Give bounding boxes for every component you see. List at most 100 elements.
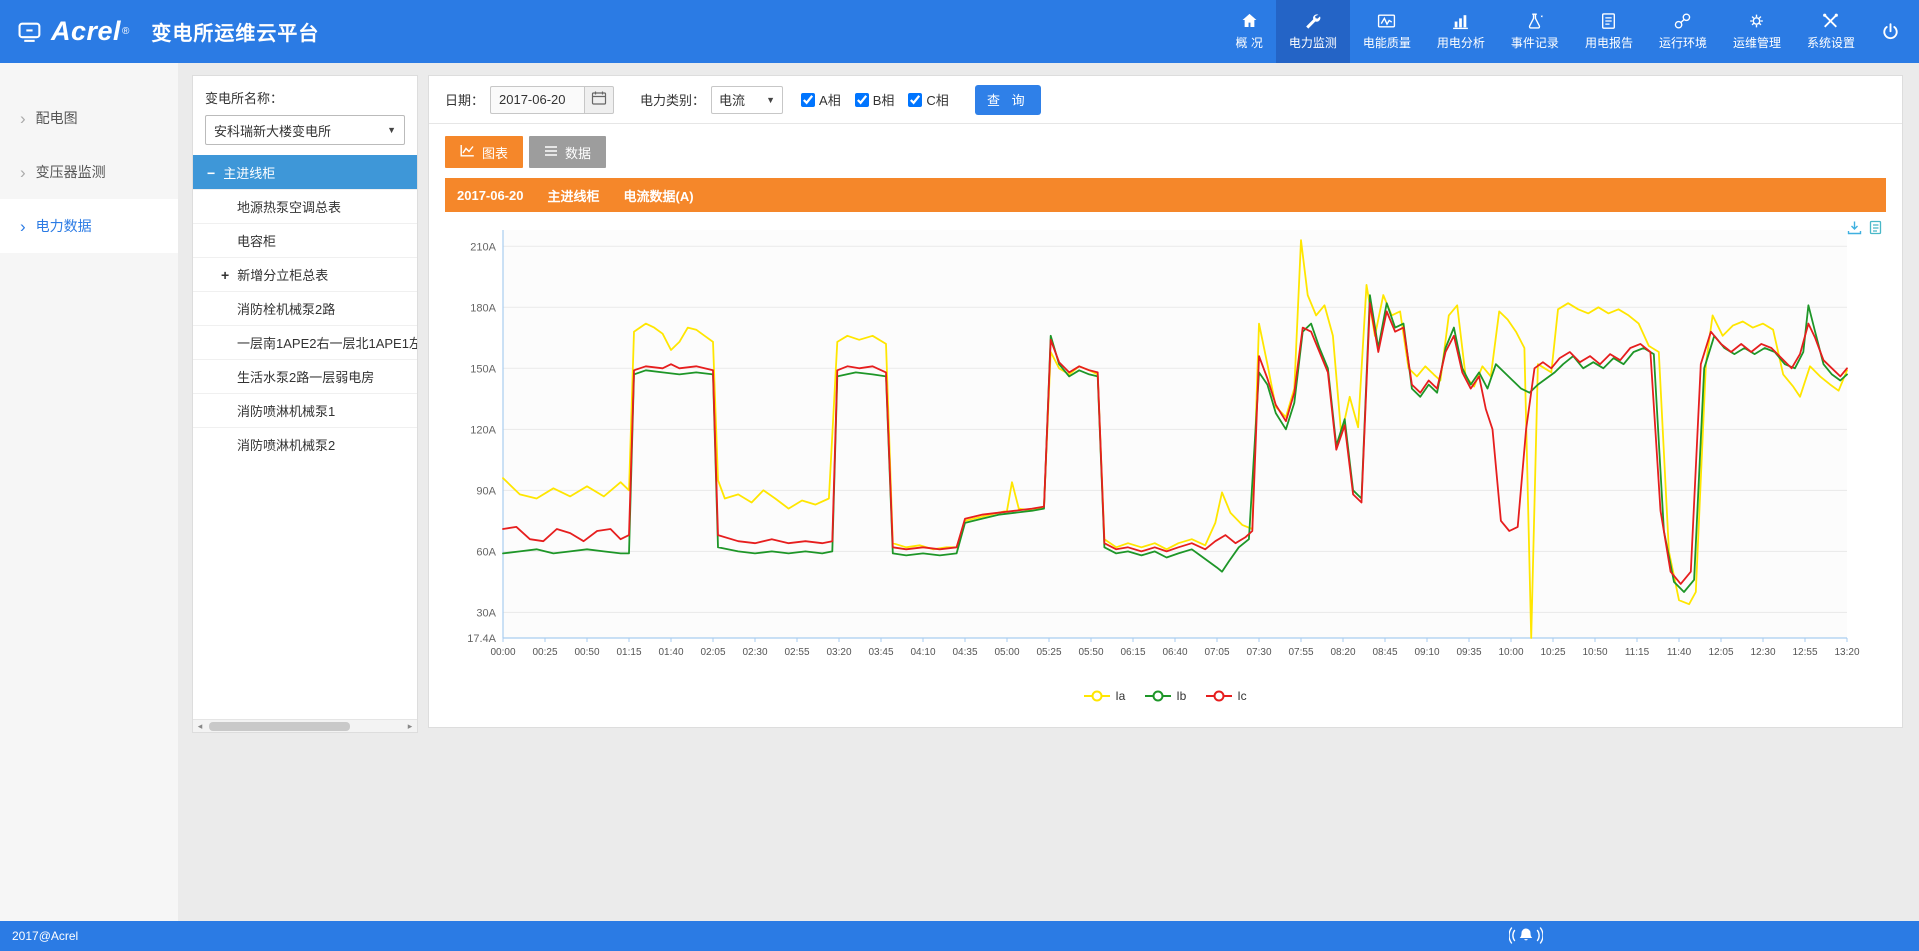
chart-title-date: 2017-06-20	[457, 188, 524, 203]
nav-item-power-monitoring[interactable]: 电力监测	[1276, 0, 1350, 63]
list-icon	[544, 145, 558, 160]
station-select-value: 安科瑞新大楼变电所	[214, 121, 331, 140]
data-view-icon[interactable]	[1869, 220, 1882, 235]
nav-item-usage-report[interactable]: 用电报告	[1572, 0, 1646, 63]
collapse-icon[interactable]: −	[207, 165, 215, 181]
tree-item[interactable]: 消防喷淋机械泵2	[193, 427, 417, 461]
sidebar-item-label: 电力数据	[36, 216, 92, 236]
chevron-right-icon: ›	[20, 218, 26, 235]
chart-title-metric: 电流数据(A)	[624, 186, 694, 205]
svg-text:11:15: 11:15	[1625, 647, 1650, 658]
nav-item-environment[interactable]: 运行环境	[1646, 0, 1720, 63]
download-icon[interactable]	[1847, 220, 1862, 235]
svg-text:02:30: 02:30	[742, 647, 767, 658]
calendar-icon	[591, 90, 607, 109]
tab-data[interactable]: 数据	[529, 136, 606, 168]
tree-item[interactable]: 生活水泵2路一层弱电房	[193, 359, 417, 393]
nav-item-power-quality[interactable]: 电能质量	[1350, 0, 1424, 63]
svg-text:03:20: 03:20	[826, 647, 851, 658]
sidebar-item-transformer-monitoring[interactable]: › 变压器监测	[0, 145, 178, 199]
phase-b-checkbox[interactable]	[855, 93, 869, 107]
svg-text:17.4A: 17.4A	[467, 633, 496, 645]
chart-title-bar: 2017-06-20 主进线柜 电流数据(A)	[445, 178, 1886, 212]
power-type-select[interactable]: 电流 ▼	[711, 86, 783, 114]
svg-text:10:25: 10:25	[1540, 647, 1565, 658]
acrel-logo-icon	[18, 20, 43, 44]
date-input[interactable]: 2017-06-20	[490, 86, 584, 114]
chart-toolbar	[1847, 220, 1882, 235]
scrollbar-track[interactable]	[207, 720, 403, 732]
link-icon	[1673, 12, 1692, 30]
nav-item-event-log[interactable]: 事件记录	[1498, 0, 1572, 63]
power-type-value: 电流	[719, 90, 745, 109]
svg-text:10:00: 10:00	[1498, 647, 1523, 658]
svg-text:02:55: 02:55	[784, 647, 809, 658]
svg-text:60A: 60A	[476, 546, 496, 558]
tree-item[interactable]: 消防喷淋机械泵1	[193, 393, 417, 427]
nav-item-overview[interactable]: 概 况	[1223, 0, 1276, 63]
tree-item[interactable]: + 新增分立柜总表	[193, 257, 417, 291]
bar-chart-icon	[1451, 12, 1470, 30]
alarm-bell-icon[interactable]	[1509, 924, 1543, 950]
chart-legend: Ia Ib Ic	[445, 689, 1886, 703]
phase-c-checkbox[interactable]	[908, 93, 922, 107]
station-select[interactable]: 安科瑞新大楼变电所 ▼	[205, 115, 405, 145]
tree-item[interactable]: 地源热泵空调总表	[193, 189, 417, 223]
legend-item-Ia[interactable]: Ia	[1084, 689, 1125, 703]
nav-item-system-settings[interactable]: 系统设置	[1794, 0, 1868, 63]
view-tabs: 图表 数据	[445, 136, 1886, 168]
svg-text:12:05: 12:05	[1708, 647, 1733, 658]
query-button[interactable]: 查 询	[975, 85, 1041, 115]
logo-registered-mark: ®	[122, 26, 129, 37]
app-window: Acrel ® 变电所运维云平台 概 况 电力监测 电能质量 用电分析	[0, 0, 1919, 951]
nav-label: 用电分析	[1437, 34, 1485, 51]
nav-item-usage-analysis[interactable]: 用电分析	[1424, 0, 1498, 63]
chart-area: 17.4A30A60A90A120A150A180A210A00:0000:25…	[445, 216, 1886, 689]
legend-item-Ic[interactable]: Ic	[1206, 689, 1246, 703]
tree-item[interactable]: 电容柜	[193, 223, 417, 257]
tree-horizontal-scrollbar[interactable]: ◂ ▸	[193, 719, 417, 732]
power-button[interactable]	[1868, 0, 1919, 63]
tree-item-main-incoming-cabinet[interactable]: − 主进线柜	[193, 155, 417, 189]
svg-text:00:50: 00:50	[574, 647, 599, 658]
svg-text:09:10: 09:10	[1414, 647, 1439, 658]
svg-text:00:25: 00:25	[532, 647, 557, 658]
chevron-down-icon: ▼	[387, 125, 396, 135]
chevron-right-icon: ›	[20, 164, 26, 181]
nav-item-ops-management[interactable]: 运维管理	[1720, 0, 1794, 63]
svg-text:12:55: 12:55	[1792, 647, 1817, 658]
svg-text:07:30: 07:30	[1246, 647, 1271, 658]
nav-label: 电能质量	[1363, 34, 1411, 51]
svg-text:08:45: 08:45	[1372, 647, 1397, 658]
svg-text:06:40: 06:40	[1162, 647, 1187, 658]
scrollbar-thumb[interactable]	[209, 722, 350, 731]
sidebar-item-power-data[interactable]: › 电力数据	[0, 199, 178, 253]
svg-text:01:15: 01:15	[616, 647, 641, 658]
svg-text:03:45: 03:45	[868, 647, 893, 658]
tree-item[interactable]: 一层南1APE2右一层北1APE1左	[193, 325, 417, 359]
svg-text:05:00: 05:00	[994, 647, 1019, 658]
svg-text:09:35: 09:35	[1456, 647, 1481, 658]
tree-item[interactable]: 消防栓机械泵2路	[193, 291, 417, 325]
scroll-left-arrow[interactable]: ◂	[193, 721, 207, 732]
nav-label: 运维管理	[1733, 34, 1781, 51]
phase-a-option[interactable]: A相	[801, 90, 841, 109]
phase-a-checkbox[interactable]	[801, 93, 815, 107]
scroll-right-arrow[interactable]: ▸	[403, 721, 417, 732]
current-line-chart[interactable]: 17.4A30A60A90A120A150A180A210A00:0000:25…	[445, 216, 1865, 684]
report-document-icon	[1599, 12, 1618, 30]
legend-item-Ib[interactable]: Ib	[1145, 689, 1186, 703]
svg-text:02:05: 02:05	[700, 647, 725, 658]
power-type-label: 电力类别：	[640, 90, 705, 109]
expand-icon[interactable]: +	[221, 267, 229, 283]
sidebar-item-label: 配电图	[36, 108, 78, 128]
phase-c-option[interactable]: C相	[908, 90, 948, 109]
phase-b-option[interactable]: B相	[855, 90, 895, 109]
gear-icon	[1747, 12, 1766, 30]
tab-chart[interactable]: 图表	[445, 136, 523, 168]
event-flask-icon	[1525, 12, 1544, 30]
sidebar-item-distribution-diagram[interactable]: › 配电图	[0, 91, 178, 145]
svg-text:08:20: 08:20	[1330, 647, 1355, 658]
top-header: Acrel ® 变电所运维云平台 概 况 电力监测 电能质量 用电分析	[0, 0, 1919, 63]
calendar-button[interactable]	[584, 86, 614, 114]
